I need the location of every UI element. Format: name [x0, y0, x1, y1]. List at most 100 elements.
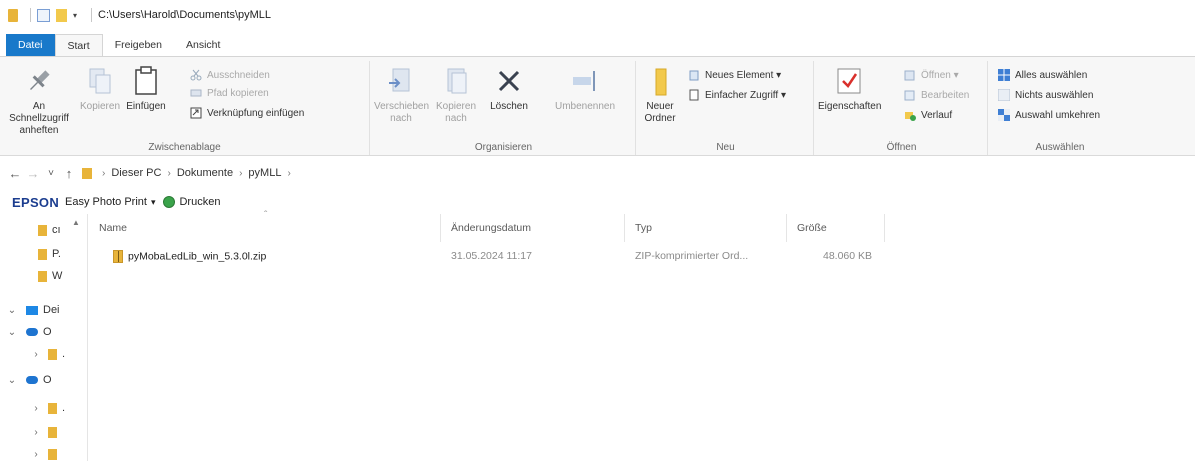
copy-to-icon [440, 65, 472, 97]
nav-item-label: P. [52, 248, 61, 260]
clipboard-group-label: Zwischenablage [148, 142, 221, 153]
column-header-label: Größe [797, 222, 827, 234]
clipboard-icon [130, 65, 162, 97]
file-type-cell: ZIP-komprimierter Ord... [635, 250, 749, 262]
new-folder-button[interactable]: Neuer Ordner [640, 65, 680, 125]
nav-item[interactable]: W [38, 268, 62, 284]
chevron-down-icon[interactable]: ⌄ [6, 375, 18, 386]
chevron-right-icon[interactable]: › [30, 349, 42, 360]
easy-access-button[interactable]: Einfacher Zugriff ▾ [688, 87, 786, 103]
scissors-icon [190, 69, 202, 81]
breadcrumb-separator: › [239, 167, 243, 179]
select-none-label: Nichts auswählen [1015, 89, 1094, 101]
copy-path-button[interactable]: Pfad kopieren [190, 85, 269, 101]
tab-view[interactable]: Ansicht [174, 34, 232, 56]
breadcrumb-pymll[interactable]: pyMLL [248, 167, 281, 179]
file-size-cell: 48.060 KB [823, 250, 873, 262]
delete-x-icon [493, 65, 525, 97]
folder-icon [8, 8, 18, 22]
column-header-name[interactable]: ˆ Name [89, 210, 441, 242]
nav-item-onedrive[interactable]: ⌄ O [6, 372, 52, 388]
properties-quick-icon[interactable] [37, 8, 50, 22]
scroll-up-arrow-icon[interactable]: ▲ [72, 218, 80, 227]
chevron-down-icon[interactable]: ▾ [151, 197, 156, 208]
window-title: C:\Users\Harold\Documents\pyMLL [98, 9, 272, 21]
history-button[interactable]: Verlauf [904, 107, 952, 123]
properties-button[interactable]: Eigenschaften [818, 65, 882, 113]
ribbon-tabs: Datei Start Freigeben Ansicht [0, 34, 232, 56]
pin-icon [23, 65, 55, 97]
move-to-button[interactable]: Verschieben nach [374, 65, 429, 125]
recent-locations-button[interactable]: ˅ [42, 168, 60, 179]
column-header-size[interactable]: Größe [787, 214, 885, 242]
customize-quick-access-button[interactable]: ▾ [73, 11, 77, 20]
rename-button[interactable]: Umbenennen [550, 65, 620, 113]
copy-label: Kopieren [79, 101, 121, 112]
chevron-right-icon[interactable]: › [30, 403, 42, 414]
cut-label: Ausschneiden [207, 69, 270, 81]
paste-button[interactable]: Einfügen [124, 65, 168, 113]
epson-toolbar: EPSON Easy Photo Print ▾ Drucken [12, 192, 220, 212]
select-all-icon [998, 69, 1010, 81]
new-item-button[interactable]: Neues Element ▾ [688, 67, 781, 83]
forward-button[interactable]: → [24, 166, 42, 181]
cut-button[interactable]: Ausschneiden [190, 67, 270, 83]
paste-shortcut-button[interactable]: Verknüpfung einfügen [190, 105, 304, 121]
invert-selection-button[interactable]: Auswahl umkehren [998, 107, 1100, 123]
print-button[interactable]: Drucken [179, 196, 220, 208]
easy-photo-print-button[interactable]: Easy Photo Print [65, 196, 147, 208]
copy-button[interactable]: Kopieren [78, 65, 122, 113]
column-header-type[interactable]: Typ [625, 214, 787, 242]
copy-path-label: Pfad kopieren [207, 87, 269, 99]
up-button[interactable]: ↑ [60, 166, 78, 181]
delete-button[interactable]: Löschen [484, 65, 534, 113]
copy-to-button[interactable]: Kopieren nach [434, 65, 478, 125]
new-folder-icon [644, 65, 676, 97]
nav-item[interactable]: › [30, 424, 62, 440]
open-button[interactable]: Öffnen ▾ [904, 67, 959, 83]
invert-selection-icon [998, 109, 1010, 121]
select-none-button[interactable]: Nichts auswählen [997, 87, 1094, 103]
properties-checkmark-icon [833, 65, 865, 97]
file-name-cell[interactable]: pyMobaLedLib_win_5.3.0l.zip [113, 250, 266, 263]
new-item-label: Neues Element ▾ [705, 69, 782, 81]
chevron-right-icon[interactable]: › [30, 427, 42, 438]
tab-file[interactable]: Datei [6, 34, 55, 56]
select-all-button[interactable]: Alles auswählen [998, 67, 1087, 83]
chevron-down-icon[interactable]: ⌄ [6, 327, 18, 338]
separator [91, 8, 93, 22]
column-header-modified[interactable]: Änderungsdatum [441, 214, 625, 242]
back-button[interactable]: ← [6, 166, 24, 181]
nav-item-this-pc[interactable]: ⌄ Dei [6, 302, 60, 318]
pin-quick-access-button[interactable]: An Schnellzugriff anheften [4, 65, 74, 137]
new-folder-label: Neuer Ordner [644, 101, 676, 124]
folder-icon [48, 448, 57, 460]
breadcrumb-separator[interactable]: › [287, 168, 290, 179]
organize-group-label: Organisieren [474, 142, 533, 153]
chevron-right-icon[interactable]: › [30, 449, 42, 460]
breadcrumb-this-pc[interactable]: Dieser PC [111, 167, 161, 179]
separator [30, 8, 31, 22]
edit-icon [904, 89, 916, 101]
tab-start[interactable]: Start [54, 34, 103, 56]
breadcrumb-documents[interactable]: Dokumente [177, 167, 233, 179]
nav-item[interactable]: P. [38, 246, 61, 262]
table-row[interactable]: pyMobaLedLib_win_5.3.0l.zip 31.05.2024 1… [89, 246, 889, 268]
pin-label: An Schnellzugriff anheften [9, 101, 69, 136]
history-label: Verlauf [921, 109, 953, 121]
edit-button[interactable]: Bearbeiten [904, 87, 969, 103]
chevron-down-icon[interactable]: ⌄ [6, 305, 18, 316]
nav-item[interactable]: › [30, 446, 62, 461]
nav-item-label: cı [52, 224, 61, 236]
history-icon [904, 109, 916, 121]
open-icon [904, 69, 916, 81]
properties-label: Eigenschaften [818, 101, 882, 112]
nav-item[interactable]: cı [38, 222, 61, 238]
nav-item[interactable]: › . [30, 346, 65, 362]
nav-item-onedrive[interactable]: ⌄ O [6, 324, 52, 340]
new-folder-quick-icon[interactable] [56, 8, 67, 22]
select-group-label: Auswählen [1035, 142, 1085, 153]
tab-share[interactable]: Freigeben [103, 34, 174, 56]
title-bar: ▾ C:\Users\Harold\Documents\pyMLL [0, 0, 1195, 30]
nav-item[interactable]: › . [30, 400, 65, 416]
